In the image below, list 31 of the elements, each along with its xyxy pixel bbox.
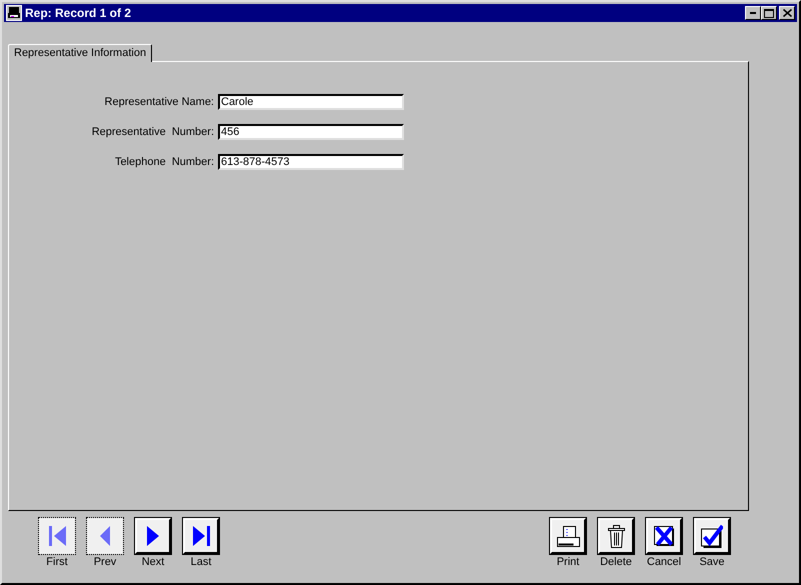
input-field[interactable]: 456: [218, 124, 404, 140]
close-button[interactable]: [779, 6, 795, 20]
field-label: Representative Name:: [104, 96, 215, 108]
button-label: Delete: [600, 556, 632, 568]
button-label: Print: [556, 556, 580, 568]
button-label: Last: [190, 556, 212, 568]
input-field[interactable]: Carole: [218, 94, 404, 110]
minimize-button[interactable]: [745, 6, 761, 20]
first-icon: [48, 526, 66, 546]
field-label: Telephone Number:: [114, 156, 215, 168]
app-icon: [6, 5, 22, 21]
last-icon: [192, 526, 210, 546]
maximize-button[interactable]: [761, 6, 777, 20]
back-icon: [100, 526, 110, 546]
play-icon: [147, 526, 159, 546]
printer-icon: [556, 526, 580, 546]
field-label: Representative Number:: [90, 126, 215, 138]
minimize-icon: [750, 12, 756, 14]
window-title: Rep: Record 1 of 2: [25, 6, 132, 20]
cancel-icon: [654, 526, 674, 546]
checkmark-icon: [701, 524, 723, 548]
button-label: First: [46, 556, 68, 568]
tab[interactable]: Representative Information: [8, 44, 152, 62]
button-label: Prev: [94, 556, 116, 568]
input-field[interactable]: 613-878-4573: [218, 154, 404, 170]
button-label: Cancel: [646, 556, 682, 568]
trash-can-icon: [608, 524, 624, 548]
close-icon: [782, 9, 792, 17]
button-label: Save: [699, 556, 725, 568]
button-label: Next: [142, 556, 164, 568]
maximize-icon: [764, 8, 774, 18]
